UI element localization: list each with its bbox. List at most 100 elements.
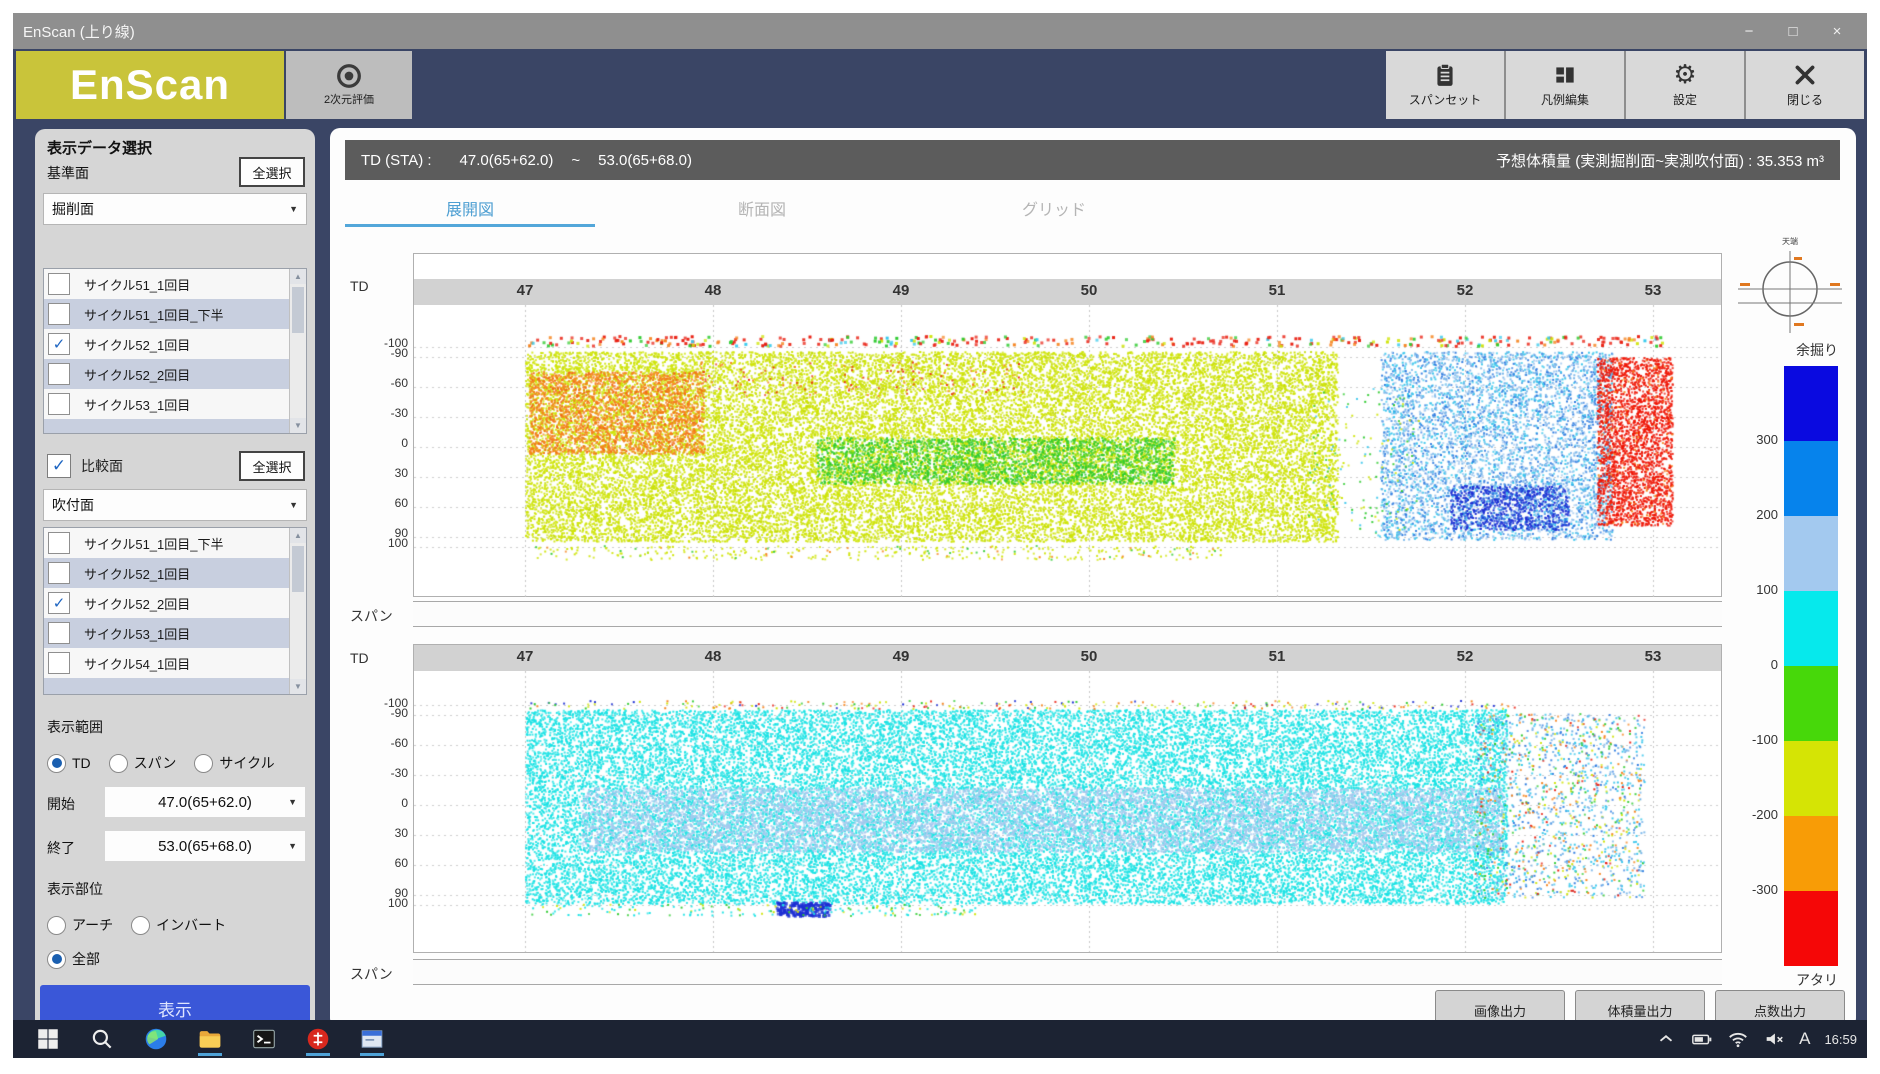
close-button[interactable]: ×	[1815, 13, 1859, 49]
tab-断面図[interactable]: 断面図	[637, 192, 887, 228]
base-cycle-checkbox[interactable]	[48, 273, 70, 295]
battery-icon[interactable]	[1691, 1025, 1713, 1053]
chart1-canvas[interactable]	[414, 305, 1721, 597]
volume-muted-icon[interactable]	[1763, 1025, 1785, 1053]
y-tick-30: 30	[346, 466, 408, 480]
base-cycle-checkbox[interactable]	[48, 363, 70, 385]
part-radio-アーチ[interactable]	[47, 916, 66, 935]
scroll-up-icon[interactable]: ▲	[290, 269, 306, 284]
compare-cycle-checkbox[interactable]	[48, 652, 70, 674]
points-export-button[interactable]: 点数出力	[1715, 990, 1845, 1020]
tab-展開図[interactable]: 展開図	[345, 192, 595, 228]
tab-グリッド[interactable]: グリッド	[929, 192, 1179, 228]
base-cycle-row[interactable]: ✓サイクル52_1回目	[44, 329, 306, 359]
base-select-all-button[interactable]: 全選択	[239, 157, 305, 187]
scroll-up-icon[interactable]: ▲	[290, 528, 306, 543]
legend-bottom-label: アタリ	[1728, 970, 1838, 990]
app-window-icon[interactable]	[355, 1022, 389, 1056]
base-cycle-row[interactable]: サイクル51_1回目_下半	[44, 299, 306, 329]
terminal-icon[interactable]	[247, 1022, 281, 1056]
clipboard-icon	[1432, 62, 1458, 88]
td-tick-49: 49	[879, 648, 923, 665]
app-red-icon[interactable]	[301, 1022, 335, 1056]
image-export-button[interactable]: 画像出力	[1435, 990, 1565, 1020]
compare-cycle-row[interactable]: サイクル54_1回目	[44, 648, 306, 678]
chevron-up-icon[interactable]	[1655, 1025, 1677, 1053]
y-tick-60: 60	[346, 496, 408, 510]
ime-indicator[interactable]: A	[1799, 1029, 1810, 1049]
explorer-icon[interactable]	[193, 1022, 227, 1056]
search-icon[interactable]	[85, 1022, 119, 1056]
cross-section-compass: 天端	[1730, 236, 1850, 336]
minimize-button[interactable]: −	[1727, 13, 1771, 49]
scroll-down-icon[interactable]: ▼	[290, 679, 306, 694]
spanset-button-label: スパンセット	[1409, 91, 1482, 108]
compare-cycle-row[interactable]: サイクル52_1回目	[44, 558, 306, 588]
show-button[interactable]: 表示	[40, 985, 310, 1020]
range-radio-スパン[interactable]	[109, 754, 128, 773]
base-cycle-label: サイクル51_1回目	[84, 275, 190, 294]
base-cycle-row[interactable]: サイクル51_1回目	[44, 269, 306, 299]
sidebar-title: 表示データ選択	[47, 137, 152, 158]
display-range-label: 表示範囲	[47, 717, 103, 737]
base-cycle-checkbox[interactable]	[48, 393, 70, 415]
base-cycle-row[interactable]: サイクル53_1回目	[44, 389, 306, 419]
scrollbar[interactable]: ▲▼	[289, 269, 306, 433]
edge-icon[interactable]	[139, 1022, 173, 1056]
scroll-thumb[interactable]	[292, 287, 304, 333]
range-radio-サイクル[interactable]	[194, 754, 213, 773]
app-logo: EnScan	[16, 51, 284, 119]
base-plane-dropdown-value: 掘削面	[52, 199, 289, 219]
scroll-down-icon[interactable]: ▼	[290, 418, 306, 433]
compare-plane-dropdown[interactable]: 吹付面 ▼	[43, 489, 307, 521]
legend-edit-button[interactable]: 凡例編集	[1504, 51, 1624, 119]
volume-export-button[interactable]: 体積量出力	[1575, 990, 1705, 1020]
part-radio-全部[interactable]	[47, 950, 66, 969]
end-value: 53.0(65+68.0)	[158, 838, 252, 855]
range-radio-TD[interactable]	[47, 754, 66, 773]
base-plane-dropdown[interactable]: 掘削面 ▼	[43, 193, 307, 225]
base-cycle-row[interactable]: サイクル52_2回目	[44, 359, 306, 389]
wifi-icon[interactable]	[1727, 1025, 1749, 1053]
chart1-td-header: 47484950515253	[414, 279, 1721, 305]
scroll-thumb[interactable]	[292, 546, 304, 592]
compare-cycle-row[interactable]: ✓サイクル52_2回目	[44, 588, 306, 618]
part-radio-label: アーチ	[72, 915, 113, 935]
base-cycle-checkbox[interactable]: ✓	[48, 333, 70, 355]
legend-tick-300: 300	[1724, 432, 1778, 447]
chart2-canvas[interactable]	[414, 671, 1721, 952]
start-dropdown[interactable]: 47.0(65+62.0) ▼	[105, 787, 305, 817]
end-dropdown[interactable]: 53.0(65+68.0) ▼	[105, 831, 305, 861]
td-axis-label-1: TD	[350, 278, 369, 294]
scrollbar[interactable]: ▲▼	[289, 528, 306, 694]
start-icon[interactable]	[31, 1022, 65, 1056]
compare-cycle-checkbox[interactable]	[48, 622, 70, 644]
td-start-value: 47.0(65+62.0)	[460, 152, 554, 169]
volume-estimate-text: 予想体積量 (実測掘削面~実測吹付面) : 35.353 m³	[1496, 150, 1824, 171]
compare-cycle-row[interactable]: サイクル51_1回目_下半	[44, 528, 306, 558]
compare-cycle-list: サイクル51_1回目_下半サイクル52_1回目 ✓サイクル52_2回目サイクル53…	[43, 527, 307, 695]
compare-cycle-checkbox[interactable]: ✓	[48, 592, 70, 614]
window-controls: −□×	[1727, 13, 1859, 49]
settings-button[interactable]: ⚙設定	[1624, 51, 1744, 119]
td-tick-48: 48	[691, 282, 735, 299]
part-radio-インバート[interactable]	[131, 916, 150, 935]
compare-cycle-label: サイクル52_1回目	[84, 564, 190, 583]
spanset-button[interactable]: スパンセット	[1386, 51, 1504, 119]
base-cycle-checkbox[interactable]	[48, 303, 70, 325]
compare-select-all-button[interactable]: 全選択	[239, 451, 305, 481]
td-tick-47: 47	[503, 648, 547, 665]
compare-plane-toggle[interactable]: ✓ 比較面	[47, 454, 123, 478]
eval-2d-button[interactable]: 2次元評価	[286, 51, 412, 119]
compare-cycle-checkbox[interactable]	[48, 532, 70, 554]
td-tick-50: 50	[1067, 282, 1111, 299]
taskbar-clock[interactable]: 16:59	[1824, 1032, 1857, 1047]
compare-cycle-checkbox[interactable]	[48, 562, 70, 584]
chart1-span-band	[413, 601, 1722, 627]
compare-plane-checkbox[interactable]: ✓	[47, 454, 71, 478]
y-tick--90: -90	[346, 706, 408, 720]
compare-cycle-row-partial	[44, 678, 306, 695]
compare-cycle-row[interactable]: サイクル53_1回目	[44, 618, 306, 648]
maximize-button[interactable]: □	[1771, 13, 1815, 49]
close-app-button[interactable]: 閉じる	[1744, 51, 1864, 119]
